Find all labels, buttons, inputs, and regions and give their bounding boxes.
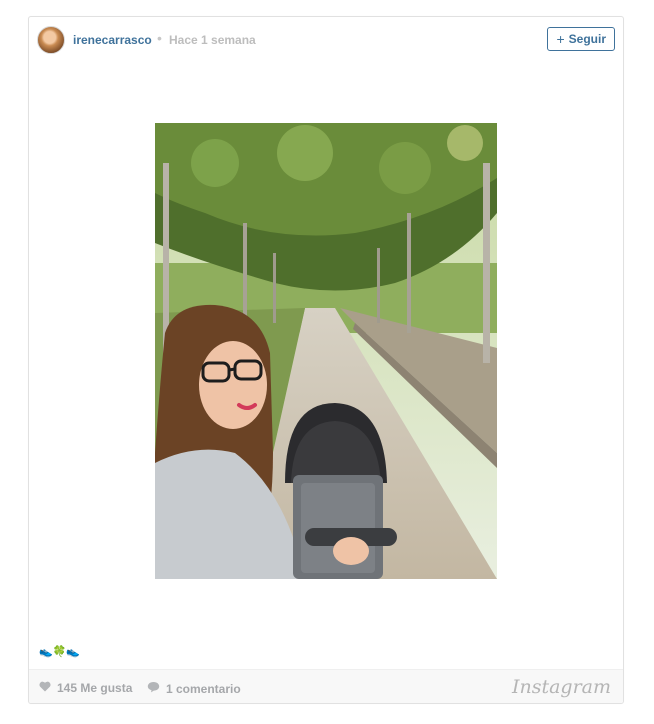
likes-label: 145 Me gusta xyxy=(57,681,133,695)
follow-button[interactable]: + Seguir xyxy=(547,27,615,51)
post-time[interactable]: Hace 1 semana xyxy=(169,33,256,47)
plus-icon: + xyxy=(556,31,565,47)
user-avatar[interactable] xyxy=(37,26,65,54)
post-header: irenecarrasco • Hace 1 semana + Seguir xyxy=(29,17,623,63)
comments-count[interactable]: 1 comentario xyxy=(147,681,241,696)
follow-label: Seguir xyxy=(568,32,606,46)
instagram-logo[interactable]: Instagram xyxy=(512,676,611,698)
post-footer: 145 Me gusta 1 comentario Instagram xyxy=(29,669,623,703)
username-link[interactable]: irenecarrasco xyxy=(73,33,152,47)
separator-dot: • xyxy=(157,30,162,46)
post-photo[interactable] xyxy=(155,123,497,579)
comment-bubble-icon xyxy=(147,681,160,696)
photo-illustration xyxy=(155,123,497,579)
heart-icon xyxy=(39,681,51,695)
comments-label: 1 comentario xyxy=(166,681,241,696)
instagram-embed-card: irenecarrasco • Hace 1 semana + Seguir 👟… xyxy=(28,16,624,704)
likes-count[interactable]: 145 Me gusta xyxy=(39,681,132,695)
post-caption: 👟🍀👟 xyxy=(39,646,81,658)
